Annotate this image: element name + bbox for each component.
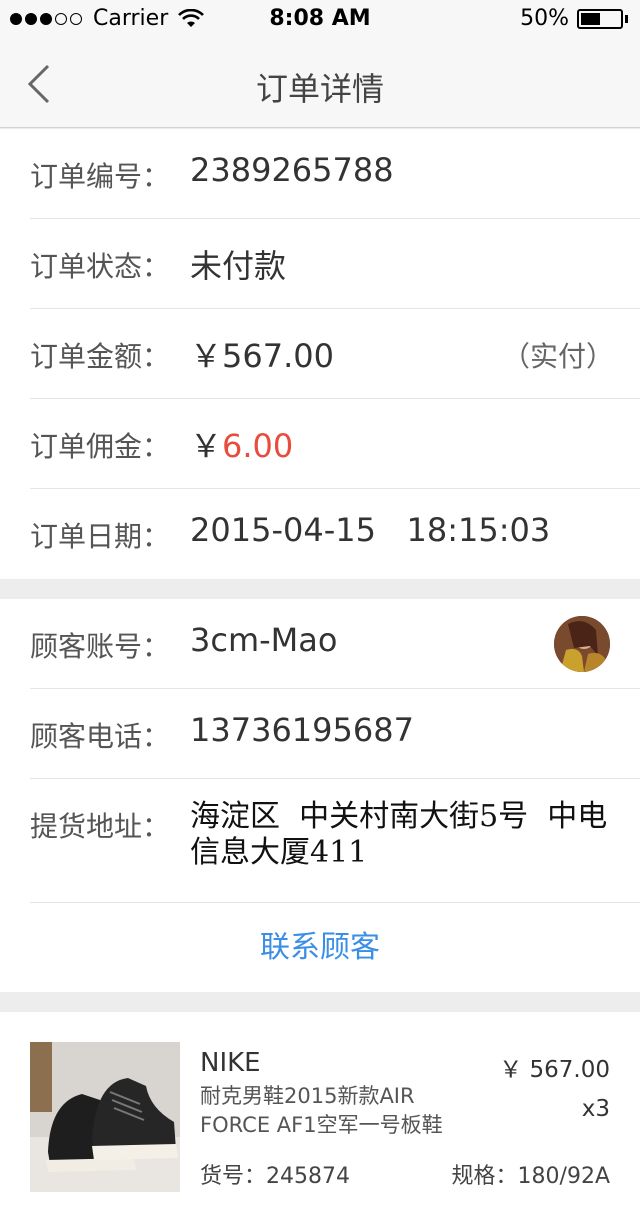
nav-bar: 订单详情 — [0, 40, 640, 128]
customer-account-label: 顾客账号： — [30, 630, 171, 663]
order-date-label: 订单日期： — [30, 520, 171, 553]
order-amount-value: ￥567.00 — [190, 331, 334, 377]
battery-percent: 50% — [520, 6, 569, 31]
customer-phone-label: 顾客电话： — [30, 720, 171, 753]
order-number-label: 订单编号： — [30, 160, 171, 193]
order-number-row: 订单编号： 2389265788 — [30, 129, 640, 219]
order-status-row: 订单状态： 未付款 — [30, 219, 640, 309]
customer-account-row: 顾客账号： 3cm-Mao — [30, 599, 640, 689]
order-status-label: 订单状态： — [30, 250, 171, 283]
battery-fill — [581, 12, 600, 25]
status-right: 50% — [520, 6, 628, 31]
order-commission-row: 订单佣金： ￥6.00 — [30, 399, 640, 489]
amount-note: （实付） — [501, 340, 614, 373]
product-price: ￥ 567.00 — [499, 1057, 610, 1083]
battery-icon — [577, 8, 623, 29]
customer-address-value: 海淀区 中关村南大街5号 中电信息大厦411 — [190, 799, 608, 870]
page-title: 订单详情 — [255, 70, 384, 108]
avatar-image — [554, 616, 610, 672]
order-commission-value: ￥6.00 — [190, 421, 293, 467]
order-info-section: 订单编号： 2389265788 订单状态： 未付款 订单金额： ￥567.00… — [0, 129, 640, 579]
commission-number: 6.00 — [222, 427, 294, 465]
customer-info-section: 顾客账号： 3cm-Mao 顾客电话： 13736195687 提货地址： 海淀… — [0, 599, 640, 992]
product-brand: NIKE — [200, 1048, 261, 1078]
product-item[interactable]: NIKE 耐克男鞋2015新款AIR FORCE AF1空军一号板鞋 ￥ 567… — [0, 1012, 640, 1222]
product-spec: 规格：180/92A — [451, 1164, 610, 1189]
order-date-row: 订单日期： 2015-04-15 18:15:03 — [30, 489, 640, 579]
product-quantity: x3 — [581, 1096, 610, 1122]
order-amount-label: 订单金额： — [30, 340, 171, 373]
customer-address-label: 提货地址： — [30, 810, 171, 843]
customer-address-row: 提货地址： 海淀区 中关村南大街5号 中电信息大厦411 — [30, 779, 640, 903]
status-bar: Carrier 8:08 AM 50% — [0, 0, 640, 40]
customer-phone-row: 顾客电话： 13736195687 — [30, 689, 640, 779]
product-name: 耐克男鞋2015新款AIR FORCE AF1空军一号板鞋 — [200, 1084, 443, 1137]
customer-account-value: 3cm-Mao — [190, 621, 338, 659]
product-sku: 货号：245874 — [200, 1164, 350, 1189]
amount-currency: ￥ — [190, 337, 223, 375]
contact-customer-button[interactable]: 联系顾客 — [0, 903, 640, 992]
product-image — [30, 1042, 180, 1192]
customer-phone-value: 13736195687 — [190, 711, 414, 749]
order-number-value: 2389265788 — [190, 151, 394, 189]
order-date-value: 2015-04-15 18:15:03 — [190, 511, 551, 549]
order-status-value: 未付款 — [190, 247, 287, 285]
order-commission-label: 订单佣金： — [30, 430, 171, 463]
sneaker-image — [30, 1042, 180, 1192]
avatar[interactable] — [554, 616, 610, 672]
order-amount-row: 订单金额： ￥567.00 （实付） — [30, 309, 640, 399]
commission-currency: ￥ — [190, 427, 223, 465]
battery-tip — [625, 14, 628, 23]
amount-number: 567.00 — [222, 337, 334, 375]
